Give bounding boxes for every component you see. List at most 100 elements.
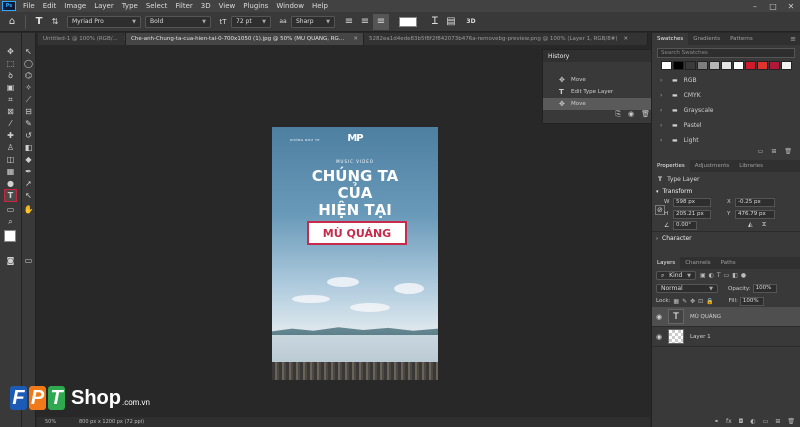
eye-icon[interactable]: ◉ (652, 313, 666, 321)
font-family-select[interactable]: Myriad Pro ▼ (67, 15, 141, 28)
text-color-swatch[interactable] (399, 16, 417, 27)
swatch[interactable] (781, 61, 792, 70)
fx-icon[interactable]: fx (726, 418, 732, 425)
tab-patterns[interactable]: Patterns (725, 33, 758, 45)
swatch[interactable] (661, 61, 672, 70)
swatch[interactable] (673, 61, 684, 70)
swatch[interactable] (709, 61, 720, 70)
menu-file[interactable]: File (19, 2, 39, 10)
character-panel-icon[interactable]: ▤ (443, 14, 459, 30)
lasso-tool-icon[interactable]: ꝺ (5, 70, 16, 81)
tab-che-anh[interactable]: Che-anh-Chung-ta-cua-hien-tai-0-700x1050… (126, 33, 364, 45)
tab-swatches[interactable]: Swatches (652, 33, 689, 45)
opacity-field[interactable]: 100% (752, 284, 777, 293)
marquee-tool-icon[interactable]: ⬚ (5, 58, 16, 69)
new-swatch-icon[interactable]: ⊞ (771, 148, 776, 158)
object-select-tool-icon[interactable]: ▣ (5, 82, 16, 93)
history-item[interactable]: ✥ Move (543, 98, 656, 110)
swatch[interactable] (697, 61, 708, 70)
3d-icon[interactable]: 3D (463, 14, 479, 30)
font-style-select[interactable]: Bold ▼ (145, 15, 211, 28)
swatch-group-rgb[interactable]: › ▬ RGB (652, 73, 800, 88)
artboard-tool-icon[interactable]: ↖ (23, 46, 34, 57)
panel-menu-icon[interactable]: ≡ (790, 35, 800, 43)
transform-section[interactable]: ▾ Transform (652, 186, 800, 197)
swatch[interactable] (745, 61, 756, 70)
character-section[interactable]: › Character (652, 231, 800, 245)
tab-removebg-preview[interactable]: 5282ea1d4ede83b5f8f2f842073b476a-removeb… (364, 33, 648, 45)
menu-edit[interactable]: Edit (39, 2, 61, 10)
shape-tool-icon[interactable]: ▭ (5, 204, 16, 215)
layer-row-layer-1[interactable]: ◉ Layer 1 (652, 327, 800, 347)
eraser-tool-icon[interactable]: ◫ (5, 154, 16, 165)
brush-tool-icon[interactable]: ✎ (23, 118, 34, 129)
warp-text-icon[interactable]: Ꮖ (427, 14, 443, 30)
magic-wand-icon[interactable]: ✧ (23, 82, 34, 93)
tab-paths[interactable]: Paths (716, 257, 741, 269)
menu-view[interactable]: View (215, 2, 240, 10)
hand-tool-icon[interactable]: ✋ (23, 204, 34, 215)
dodge-tool-icon[interactable]: ● (5, 178, 16, 189)
eye-icon[interactable]: ◉ (652, 333, 666, 341)
direct-selection-icon[interactable]: ↖ (23, 190, 34, 201)
healing-brush-tool-icon[interactable]: ✚ (5, 130, 16, 141)
history-snapshot[interactable] (543, 62, 656, 74)
path-selection-icon[interactable]: ➚ (23, 178, 34, 189)
x-field[interactable]: -0.25 px (735, 198, 775, 207)
menu-select[interactable]: Select (142, 2, 172, 10)
zoom-tool-icon[interactable]: ⌕ (5, 216, 16, 227)
add-mask-icon[interactable]: ◘ (739, 418, 744, 425)
minimize-button[interactable]: – (746, 2, 764, 11)
menu-window[interactable]: Window (272, 2, 308, 10)
flip-vertical-icon[interactable]: ⧖ (762, 221, 766, 229)
history-item[interactable]: T Edit Type Layer (543, 86, 656, 98)
swatch[interactable] (769, 61, 780, 70)
crop-tool-icon[interactable]: ⌗ (5, 94, 16, 105)
pen-tool-icon[interactable]: ✒ (23, 166, 34, 177)
tab-layers[interactable]: Layers (652, 257, 681, 269)
flip-horizontal-icon[interactable]: ◭ (748, 221, 753, 228)
blend-mode-select[interactable]: Normal ▼ (656, 284, 718, 293)
lock-icons[interactable]: ▦✎✥⊡🔒 (673, 298, 716, 305)
tab-gradients[interactable]: Gradients (688, 33, 725, 45)
frame-tool-icon[interactable]: ⊠ (5, 106, 16, 117)
swatch[interactable] (721, 61, 732, 70)
layer-row-mu-quang[interactable]: ◉ T MÙ QUÁNG (652, 307, 800, 327)
document-canvas[interactable]: KHÔNG NHƯ TP MP MUSIC VIDEO CHÚNG TA CỦA… (272, 127, 438, 380)
close-icon[interactable]: ✕ (353, 36, 358, 42)
antialias-select[interactable]: Sharp ▼ (291, 15, 335, 28)
new-layer-icon[interactable]: ⊞ (775, 418, 780, 425)
measure-tool-icon[interactable]: ⊟ (23, 106, 34, 117)
camera-icon[interactable]: ◉ (628, 110, 634, 119)
home-icon[interactable]: ⌂ (4, 14, 20, 30)
paint-bucket-icon[interactable]: ◧ (23, 142, 34, 153)
foreground-color-swatch[interactable] (4, 230, 16, 242)
menu-filter[interactable]: Filter (171, 2, 196, 10)
filter-icons[interactable]: ▣◐T▭◧● (700, 272, 749, 279)
quick-mask-icon[interactable]: ◙ (5, 255, 16, 266)
new-group-icon[interactable]: ▭ (758, 148, 764, 158)
font-size-select[interactable]: 72 pt ▼ (231, 15, 271, 28)
type-tool-icon[interactable]: T (31, 14, 47, 30)
swatch[interactable] (733, 61, 744, 70)
kind-filter-select[interactable]: ⌕ Kind ▼ (656, 271, 696, 280)
type-tool-icon[interactable]: T (4, 189, 17, 202)
angle-field[interactable]: 0.00° (673, 221, 697, 230)
tab-libraries[interactable]: Libraries (734, 160, 768, 172)
gradient-tool-icon[interactable]: ▦ (5, 166, 16, 177)
search-swatches-input[interactable]: Search Swatches (657, 48, 795, 58)
history-item[interactable]: ✥ Move (543, 74, 656, 86)
align-right-icon[interactable]: ≡ (373, 13, 389, 30)
swatch[interactable] (685, 61, 696, 70)
menu-3d[interactable]: 3D (197, 2, 215, 10)
clone-stamp-tool-icon[interactable]: ♙ (5, 142, 16, 153)
swatch-group-grayscale[interactable]: › ▬ Grayscale (652, 103, 800, 118)
elliptical-marquee-icon[interactable]: ◯ (23, 58, 34, 69)
screen-mode-icon[interactable]: ▭ (23, 255, 34, 266)
link-layers-icon[interactable]: ⚭ (714, 418, 719, 425)
menu-help[interactable]: Help (308, 2, 332, 10)
menu-plugins[interactable]: Plugins (239, 2, 272, 10)
selected-text-layer[interactable]: MÙ QUÁNG (307, 221, 407, 245)
tab-adjustments[interactable]: Adjustments (690, 160, 734, 172)
maximize-button[interactable]: □ (764, 2, 782, 11)
